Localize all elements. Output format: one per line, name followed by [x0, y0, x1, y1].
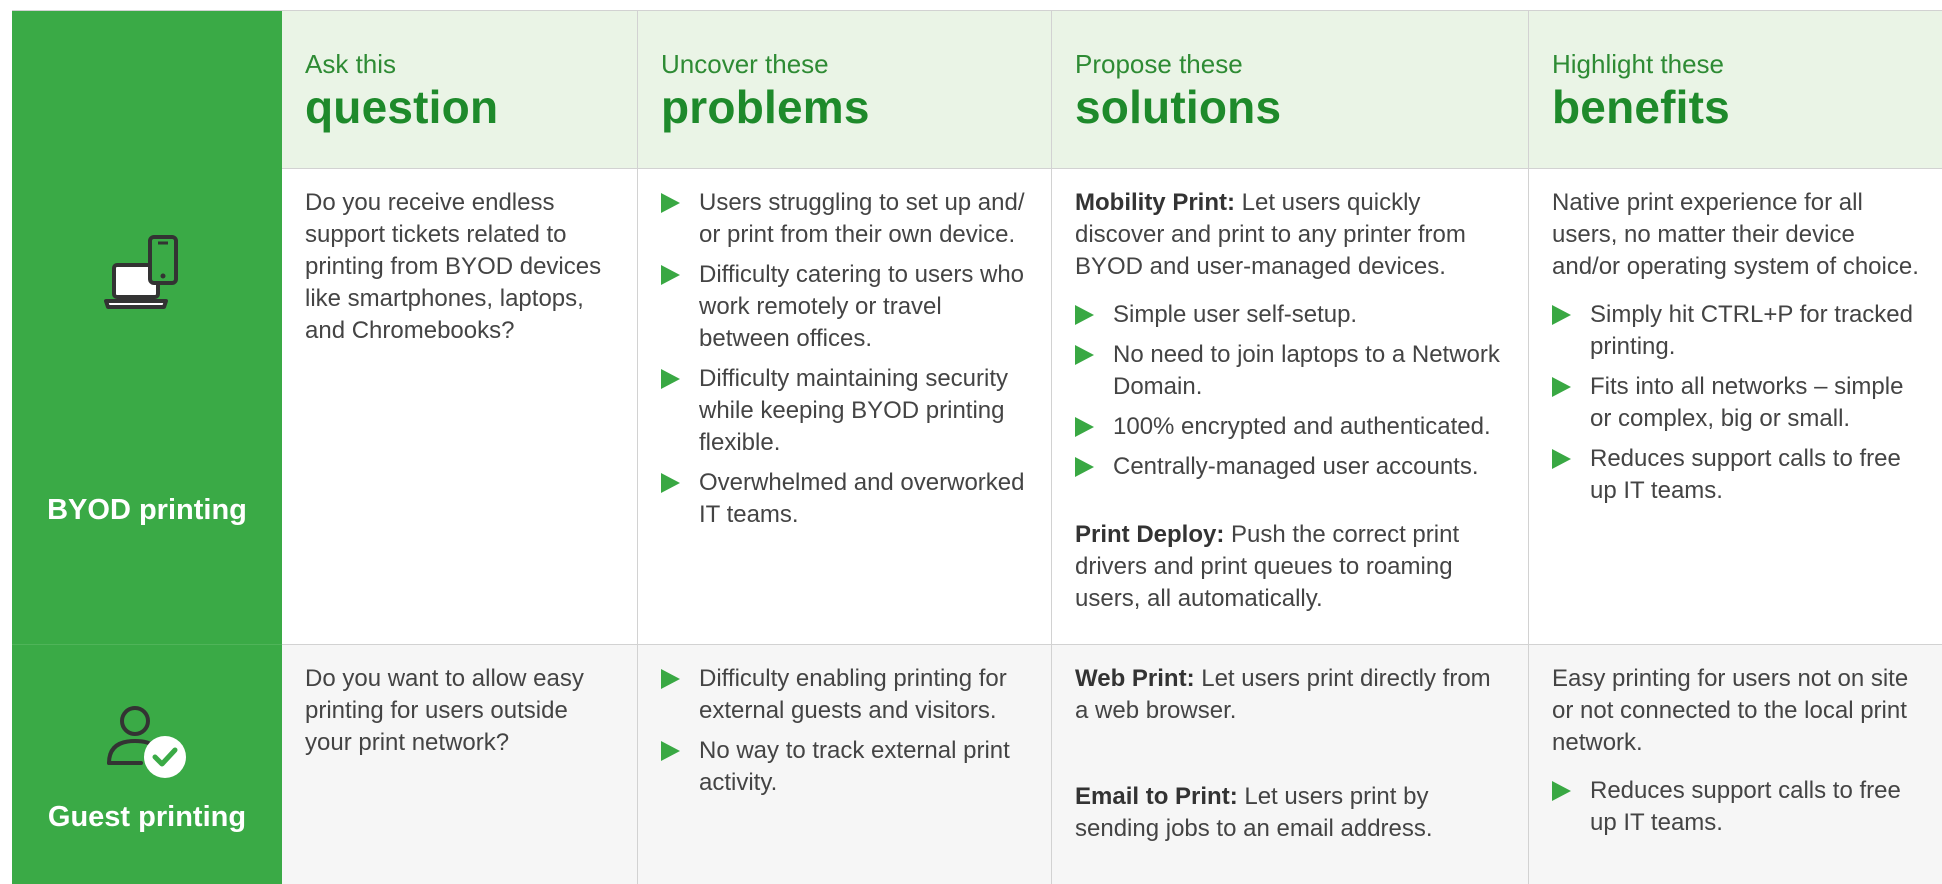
- list-item: Fits into all networks – simple or compl…: [1552, 371, 1920, 435]
- row-label-guest-text: Guest printing: [47, 801, 247, 833]
- bullet-arrow-icon: [661, 193, 680, 213]
- byod-solutions: Mobility Print: Let users quickly discov…: [1052, 169, 1529, 645]
- guest-problems: Difficulty enabling printing for externa…: [638, 645, 1052, 884]
- header-solutions-lead: Propose these: [1075, 49, 1243, 79]
- bullet-arrow-icon: [661, 669, 680, 689]
- bullet-arrow-icon: [1552, 781, 1571, 801]
- row-label-byod: BYOD printing: [12, 169, 282, 645]
- list-item: Overwhelmed and overworked IT teams.: [661, 467, 1029, 531]
- header-question-title: question: [305, 81, 499, 133]
- mobility-print-paragraph: Mobility Print: Let users quickly discov…: [1075, 189, 1466, 280]
- bullet-arrow-icon: [1075, 345, 1094, 365]
- header-problems: Uncover these problems: [638, 11, 1052, 169]
- email-to-print-title: Email to Print:: [1075, 783, 1238, 810]
- byod-benefits: Native print experience for all users, n…: [1529, 169, 1942, 645]
- byod-problems-list: Users struggling to set up and/ or print…: [661, 187, 1029, 531]
- guest-question-text: Do you want to allow easy printing for u…: [305, 665, 584, 756]
- bullet-arrow-icon: [1552, 377, 1571, 397]
- list-item: 100% encrypted and authenticated.: [1075, 411, 1506, 443]
- devices-icon: [104, 235, 178, 309]
- byod-question: Do you receive endless support tickets r…: [282, 169, 638, 645]
- header-problems-title: problems: [661, 81, 870, 133]
- header-benefits: Highlight these benefits: [1529, 11, 1942, 169]
- list-item: Reduces support calls to free up IT team…: [1552, 775, 1920, 839]
- list-item: Reduces support calls to free up IT team…: [1552, 443, 1920, 507]
- guest-benefits: Easy printing for users not on site or n…: [1529, 645, 1942, 884]
- list-item: Centrally-managed user accounts.: [1075, 451, 1506, 483]
- guest-benefits-list: Reduces support calls to free up IT team…: [1552, 775, 1920, 839]
- list-item: Simply hit CTRL+P for tracked printing.: [1552, 299, 1920, 363]
- list-item: Difficulty maintaining security while ke…: [661, 363, 1029, 459]
- byod-problems: Users struggling to set up and/ or print…: [638, 169, 1052, 645]
- byod-question-text: Do you receive endless support tickets r…: [305, 189, 602, 344]
- bullet-arrow-icon: [661, 741, 680, 761]
- list-item: No need to join laptops to a Network Dom…: [1075, 339, 1506, 403]
- email-to-print-paragraph: Email to Print: Let users print by sendi…: [1075, 783, 1433, 842]
- bullet-arrow-icon: [1552, 305, 1571, 325]
- bullet-arrow-icon: [1075, 457, 1094, 477]
- print-deploy-paragraph: Print Deploy: Push the correct print dri…: [1075, 521, 1460, 612]
- bullet-arrow-icon: [661, 265, 680, 285]
- bullet-arrow-icon: [661, 369, 680, 389]
- list-item: No way to track external print activity.: [661, 735, 1029, 799]
- row-label-guest: Guest printing: [12, 645, 282, 884]
- list-item: Difficulty catering to users who work re…: [661, 259, 1029, 355]
- list-item: Difficulty enabling printing for externa…: [661, 663, 1029, 727]
- web-print-paragraph: Web Print: Let users print directly from…: [1075, 665, 1491, 724]
- guest-problems-list: Difficulty enabling printing for externa…: [661, 663, 1029, 799]
- header-solutions-title: solutions: [1075, 81, 1282, 133]
- mobility-print-title: Mobility Print:: [1075, 189, 1235, 216]
- bullet-arrow-icon: [1075, 305, 1094, 325]
- guest-question: Do you want to allow easy printing for u…: [282, 645, 638, 884]
- list-item: Simple user self-setup.: [1075, 299, 1506, 331]
- row-label-byod-text: BYOD printing: [47, 494, 247, 526]
- guest-solutions: Web Print: Let users print directly from…: [1052, 645, 1529, 884]
- header-benefits-title: benefits: [1552, 81, 1730, 133]
- sales-matrix-table: Ask this question Uncover these problems…: [12, 10, 1942, 884]
- header-question-lead: Ask this: [305, 49, 397, 79]
- header-problems-lead: Uncover these: [661, 49, 829, 79]
- header-question: Ask this question: [282, 11, 638, 169]
- byod-benefits-list: Simply hit CTRL+P for tracked printing. …: [1552, 299, 1920, 507]
- corner-cell: [12, 11, 282, 169]
- bullet-arrow-icon: [661, 473, 680, 493]
- guest-user-check-icon: [107, 706, 186, 778]
- web-print-title: Web Print:: [1075, 665, 1195, 692]
- mobility-print-list: Simple user self-setup. No need to join …: [1075, 299, 1506, 483]
- bullet-arrow-icon: [1075, 417, 1094, 437]
- byod-benefits-intro: Native print experience for all users, n…: [1552, 189, 1919, 280]
- list-item: Users struggling to set up and/ or print…: [661, 187, 1029, 251]
- print-deploy-title: Print Deploy:: [1075, 521, 1225, 548]
- header-benefits-lead: Highlight these: [1552, 49, 1724, 79]
- guest-benefits-intro: Easy printing for users not on site or n…: [1552, 665, 1909, 756]
- bullet-arrow-icon: [1552, 449, 1571, 469]
- header-solutions: Propose these solutions: [1052, 11, 1529, 169]
